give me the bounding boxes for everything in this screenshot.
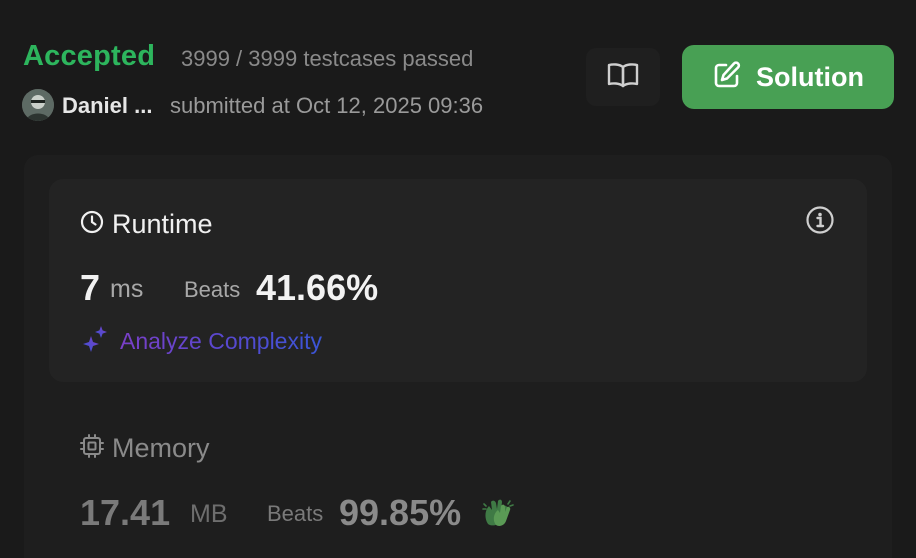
username[interactable]: Daniel ... [62,93,152,119]
memory-beats-value: 99.85% [339,492,462,533]
info-icon[interactable] [805,205,835,240]
memory-header: Memory [80,433,210,464]
runtime-beats-label: Beats [184,277,241,302]
book-open-icon [607,62,639,93]
avatar[interactable] [22,89,54,121]
runtime-beats-value: 41.66% [256,267,379,308]
pencil-square-icon [712,60,742,95]
runtime-title: Runtime [112,209,213,239]
submission-result-page: Accepted 3999 / 3999 testcases passed Da… [0,0,916,558]
testcases-summary: 3999 / 3999 testcases passed [181,46,474,71]
clapping-hands-icon [482,498,514,533]
runtime-unit: ms [110,275,144,303]
analyze-complexity-link[interactable]: Analyze Complexity [80,324,322,359]
chip-icon [80,433,104,464]
submitted-time: submitted at Oct 12, 2025 09:36 [170,93,484,118]
memory-value: 17.41 [80,492,171,533]
runtime-header: Runtime [80,209,213,240]
memory-beats-label: Beats [267,501,324,526]
analyze-complexity-label: Analyze Complexity [120,328,322,354]
memory-unit: MB [190,500,228,528]
sparkle-icon [80,324,110,359]
editorial-button[interactable] [586,48,660,106]
clock-icon [80,210,104,239]
solution-button[interactable]: Solution [682,45,894,109]
submission-status: Accepted [23,40,156,72]
solution-button-label: Solution [756,61,864,92]
runtime-value: 7 [80,267,101,308]
memory-title: Memory [112,433,210,463]
